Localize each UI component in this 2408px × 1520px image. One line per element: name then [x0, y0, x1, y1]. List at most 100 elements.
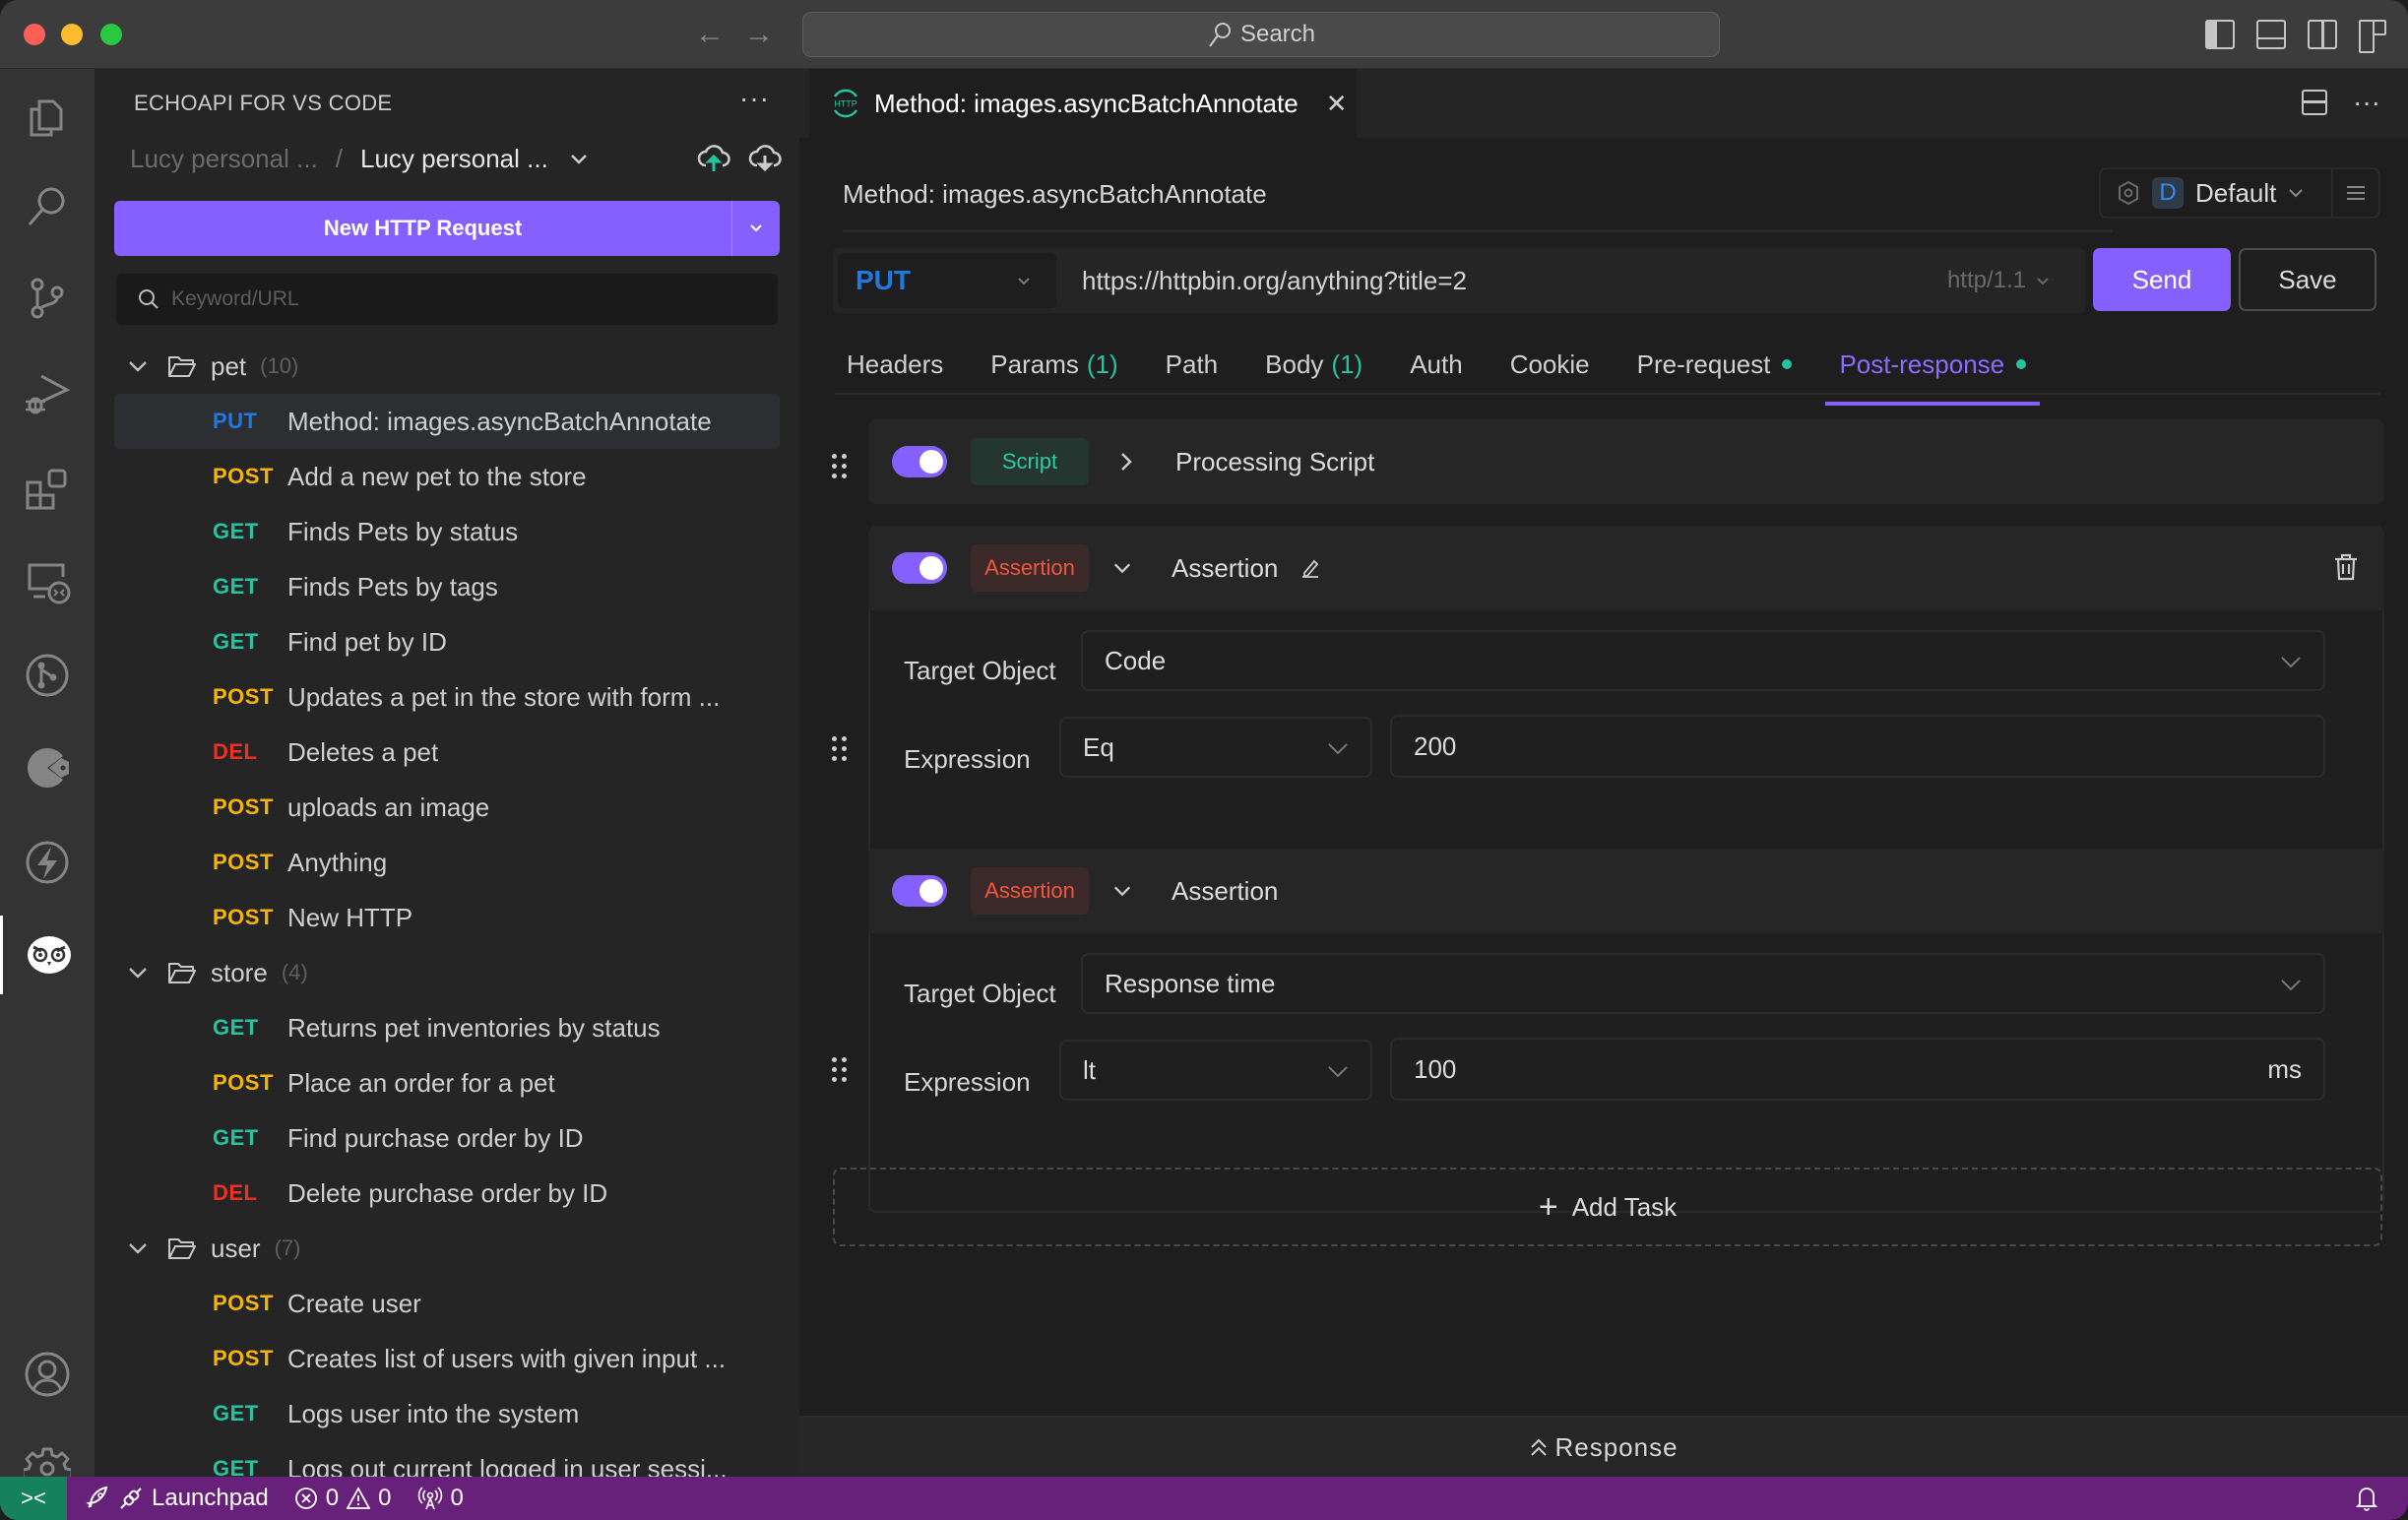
keyword-search-input[interactable]: Keyword/URL — [116, 274, 778, 325]
git-graph-button[interactable] — [0, 636, 95, 715]
folder-pet[interactable]: pet (10) — [114, 339, 780, 394]
target-object-select[interactable]: Response time — [1081, 953, 2325, 1014]
chevron-down-icon[interactable] — [570, 154, 588, 165]
request-item[interactable]: DEL Deletes a pet — [114, 725, 780, 780]
cloud-upload-icon[interactable] — [697, 140, 730, 173]
ports-item[interactable]: 0 — [417, 1485, 464, 1512]
environment-dropdown[interactable]: D Default — [2101, 169, 2333, 217]
tab-headers[interactable]: Headers — [847, 349, 943, 380]
project-name[interactable]: Lucy personal ... — [360, 144, 548, 174]
launchpad-item[interactable]: Launchpad — [85, 1485, 269, 1512]
environment-settings-icon[interactable] — [2117, 180, 2140, 206]
http-version-select[interactable]: http/1.1 — [1947, 267, 2050, 294]
chevron-down-icon[interactable] — [124, 1241, 152, 1255]
error-icon — [294, 1488, 317, 1509]
thunder-client-button[interactable] — [0, 823, 95, 902]
request-item[interactable]: POST Creates list of users with given inp… — [114, 1331, 780, 1386]
tab-post-response[interactable]: Post-response — [1825, 349, 2040, 406]
expected-value-input[interactable]: 100 ms — [1390, 1038, 2325, 1101]
cloud-download-icon[interactable] — [748, 140, 782, 173]
expected-value-input[interactable]: 200 — [1390, 715, 2325, 778]
request-item[interactable]: POST Create user — [114, 1276, 780, 1331]
remote-explorer-button[interactable] — [0, 541, 95, 620]
folder-store[interactable]: store (4) — [114, 945, 780, 1000]
request-item[interactable]: GET Find purchase order by ID — [114, 1110, 780, 1166]
minimize-window-button[interactable] — [61, 24, 83, 45]
extensions-button[interactable] — [0, 449, 95, 528]
run-debug-button[interactable] — [0, 354, 95, 433]
drag-handle-icon[interactable] — [832, 1057, 852, 1085]
notifications-bell-icon[interactable] — [2355, 1485, 2378, 1512]
task-enabled-toggle[interactable] — [892, 875, 947, 907]
request-item[interactable]: PUT Method: images.asyncBatchAnnotate — [114, 394, 780, 449]
more-editor-actions-icon[interactable]: ··· — [2353, 87, 2380, 118]
operator-select[interactable]: lt — [1059, 1040, 1372, 1101]
split-editor-icon[interactable] — [2302, 90, 2328, 115]
request-item[interactable]: GET Finds Pets by status — [114, 504, 780, 559]
request-item[interactable]: POST uploads an image — [114, 780, 780, 835]
toggle-panel-icon[interactable] — [2256, 20, 2286, 49]
drag-handle-icon[interactable] — [832, 454, 852, 481]
response-panel-toggle[interactable]: Response — [799, 1416, 2408, 1477]
tab-path[interactable]: Path — [1166, 349, 1219, 380]
tab-auth[interactable]: Auth — [1410, 349, 1463, 380]
request-item[interactable]: POST Updates a pet in the store with form… — [114, 669, 780, 725]
request-title[interactable]: Method: images.asyncBatchAnnotate — [843, 179, 1267, 210]
save-button[interactable]: Save — [2239, 248, 2376, 311]
tab-pre-request[interactable]: Pre-request — [1637, 349, 1793, 380]
request-item[interactable]: DEL Delete purchase order by ID — [114, 1166, 780, 1221]
more-actions-button[interactable]: ··· — [739, 83, 770, 114]
toggle-secondary-sidebar-icon[interactable] — [2308, 20, 2337, 49]
editor-tab-active[interactable]: HTTP Method: images.asyncBatchAnnotate ✕ — [809, 69, 1357, 138]
close-tab-icon[interactable]: ✕ — [1326, 89, 1348, 119]
close-window-button[interactable] — [24, 24, 45, 45]
url-input[interactable]: https://httpbin.org/anything?title=2 — [1082, 266, 1947, 296]
toggle-primary-sidebar-icon[interactable] — [2205, 20, 2235, 49]
request-item[interactable]: POST Add a new pet to the store — [114, 449, 780, 504]
chevron-down-icon[interactable] — [124, 966, 152, 980]
request-item[interactable]: GET Logs out current logged in user sessi… — [114, 1441, 780, 1478]
tab-cookie[interactable]: Cookie — [1510, 349, 1590, 380]
request-item[interactable]: POST New HTTP — [114, 890, 780, 945]
chevron-down-icon[interactable] — [1112, 884, 1132, 898]
chevron-right-icon[interactable] — [1116, 451, 1136, 473]
echoapi-button[interactable] — [0, 916, 95, 994]
request-item[interactable]: POST Place an order for a pet — [114, 1055, 780, 1110]
forward-arrow-icon[interactable]: → — [744, 18, 774, 51]
request-item[interactable]: GET Logs user into the system — [114, 1386, 780, 1441]
target-object-select[interactable]: Code — [1081, 630, 2325, 691]
folder-user[interactable]: user (7) — [114, 1221, 780, 1276]
echoapi-analytics-button[interactable] — [0, 728, 95, 807]
customize-layout-icon[interactable] — [2359, 20, 2388, 53]
send-button[interactable]: Send — [2093, 248, 2231, 311]
back-arrow-icon[interactable]: ← — [695, 18, 725, 51]
operator-select[interactable]: Eq — [1059, 717, 1372, 778]
task-enabled-toggle[interactable] — [892, 446, 947, 477]
drag-handle-icon[interactable] — [832, 736, 852, 764]
accounts-button[interactable] — [0, 1335, 95, 1414]
request-item[interactable]: GET Finds Pets by tags — [114, 559, 780, 614]
add-task-button[interactable]: + Add Task — [833, 1168, 2382, 1246]
source-control-button[interactable] — [0, 259, 95, 338]
edit-pencil-icon[interactable] — [1299, 557, 1321, 579]
chevron-down-icon[interactable] — [1112, 561, 1132, 575]
request-item[interactable]: POST Anything — [114, 835, 780, 890]
tab-body[interactable]: Body (1) — [1265, 349, 1362, 380]
delete-task-icon[interactable] — [2333, 553, 2359, 581]
new-http-request-button[interactable]: New HTTP Request — [114, 201, 732, 256]
task-enabled-toggle[interactable] — [892, 552, 947, 584]
problems-item[interactable]: 0 0 — [294, 1485, 392, 1512]
environment-menu-icon[interactable] — [2333, 185, 2378, 201]
remote-indicator[interactable]: >< — [0, 1477, 67, 1520]
search-button[interactable] — [0, 167, 95, 246]
request-item[interactable]: GET Find pet by ID — [114, 614, 780, 669]
command-center-search[interactable]: Search — [802, 12, 1720, 57]
tab-params[interactable]: Params (1) — [990, 349, 1117, 380]
workspace-name[interactable]: Lucy personal ... — [130, 144, 318, 174]
explorer-button[interactable] — [0, 78, 95, 157]
zoom-window-button[interactable] — [100, 24, 122, 45]
new-request-dropdown-button[interactable] — [732, 201, 780, 256]
request-item[interactable]: GET Returns pet inventories by status — [114, 1000, 780, 1055]
method-select[interactable]: PUT — [838, 253, 1056, 308]
chevron-down-icon[interactable] — [124, 359, 152, 373]
